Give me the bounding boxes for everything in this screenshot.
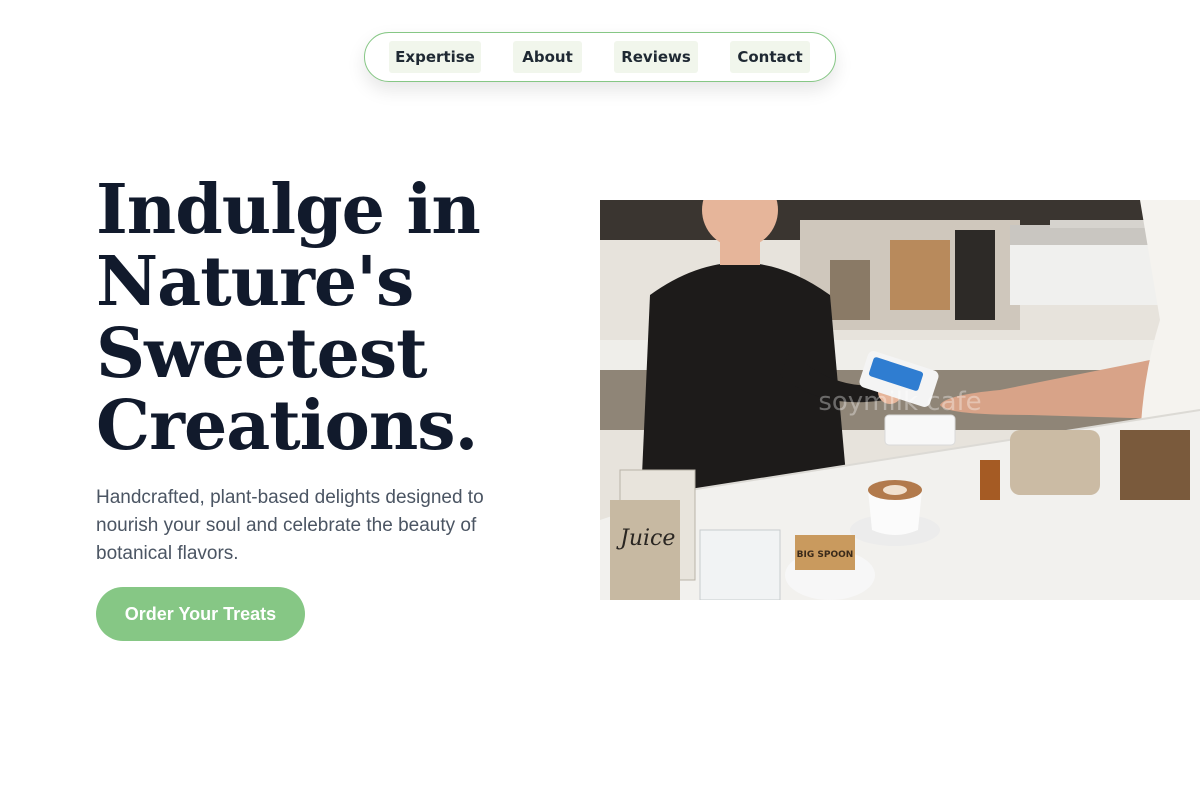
nav-item-expertise[interactable]: Expertise xyxy=(389,41,481,73)
photo-watermark: soymilk cafe xyxy=(818,387,981,417)
cafe-counter-illustration: BIG SPOON Juice soymilk cafe xyxy=(600,200,1200,600)
hero-subtitle: Handcrafted, plant-based delights design… xyxy=(96,487,484,564)
main-navigation: Expertise About Reviews Contact xyxy=(364,32,836,82)
order-treats-button[interactable]: Order Your Treats xyxy=(96,587,305,641)
nav-item-contact[interactable]: Contact xyxy=(730,41,810,73)
nav-item-reviews[interactable]: Reviews xyxy=(614,41,698,73)
jar-label: Juice xyxy=(616,526,675,551)
hero-image: BIG SPOON Juice soymilk cafe xyxy=(600,200,1200,600)
nav-item-about[interactable]: About xyxy=(513,41,582,73)
hero-title: Indulge in Nature's Sweetest Creations. xyxy=(96,170,481,466)
bag-label: BIG SPOON xyxy=(797,550,854,560)
